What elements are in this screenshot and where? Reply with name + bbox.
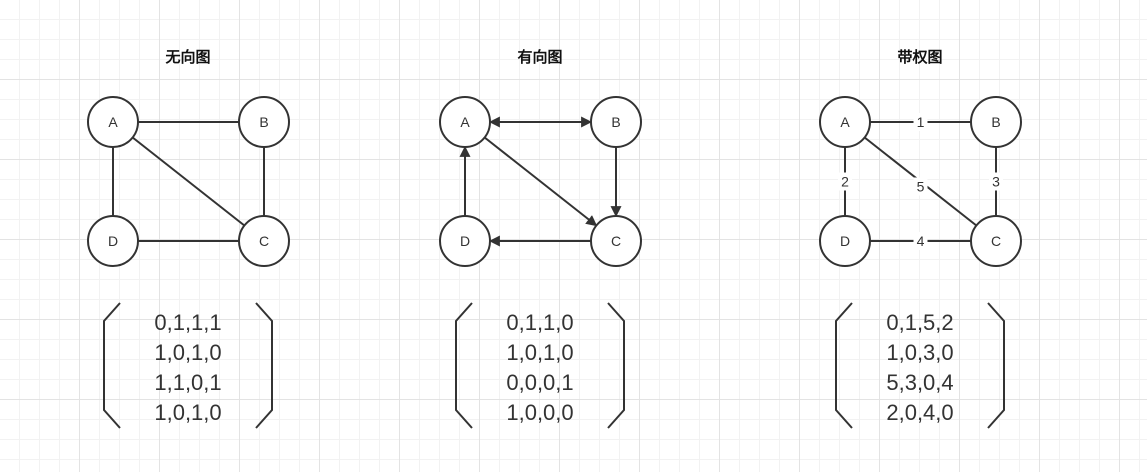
- matrix-left-bracket: [103, 302, 121, 429]
- matrix-row: 2,0,4,0: [886, 400, 953, 425]
- edge-weight: 4: [917, 233, 925, 249]
- node-label: B: [991, 114, 1000, 130]
- edge-weight: 3: [992, 174, 1000, 190]
- node-a: A: [439, 96, 491, 148]
- graph-title: 无向图: [164, 48, 210, 66]
- node-label: C: [611, 233, 621, 249]
- matrix-row: 1,0,3,0: [886, 340, 953, 365]
- matrix-row: 1,1,0,1: [154, 370, 221, 395]
- edge-A-C: [132, 136, 245, 227]
- node-label: B: [259, 114, 268, 130]
- graph-panel-3: 带权图 1 2 3 4 5 A B C D 0,1,5,2 1,0,3,0 5,3,0,4 2,0,4,0: [819, 48, 1022, 429]
- node-label: B: [611, 114, 620, 130]
- node-b: B: [970, 96, 1022, 148]
- matrix-row: 1,0,0,0: [506, 400, 573, 425]
- node-label: D: [840, 233, 850, 249]
- node-a: A: [819, 96, 871, 148]
- edge-weight: 5: [917, 179, 925, 195]
- graph-panel-2: 有向图 A B C D 0,1,1,0 1,0,1,0 0,0,0,1 1,0,0,0: [439, 48, 642, 429]
- node-a: A: [87, 96, 139, 148]
- node-d: D: [87, 215, 139, 267]
- matrix-left-bracket: [835, 302, 853, 429]
- matrix-row: 1,0,1,0: [506, 340, 573, 365]
- matrix-right-bracket: [607, 302, 625, 429]
- node-c: C: [238, 215, 290, 267]
- matrix-row: 0,1,1,0: [506, 310, 573, 335]
- matrix-row: 5,3,0,4: [886, 370, 953, 395]
- node-d: D: [819, 215, 871, 267]
- graph-title: 带权图: [897, 48, 942, 66]
- matrix-right-bracket: [987, 302, 1005, 429]
- edge-weight: 2: [841, 174, 849, 190]
- graph-title: 有向图: [517, 48, 562, 66]
- node-label: C: [991, 233, 1001, 249]
- edge-weight: 1: [917, 114, 925, 130]
- node-b: B: [590, 96, 642, 148]
- node-c: C: [970, 215, 1022, 267]
- node-d: D: [439, 215, 491, 267]
- node-label: A: [840, 114, 850, 130]
- node-c: C: [590, 215, 642, 267]
- matrix-right-bracket: [255, 302, 273, 429]
- matrix-row: 0,1,5,2: [886, 310, 953, 335]
- matrix-row: 0,1,1,1: [154, 310, 221, 335]
- node-label: D: [460, 233, 470, 249]
- matrix-row: 1,0,1,0: [154, 400, 221, 425]
- matrix-left-bracket: [455, 302, 473, 429]
- diagram-canvas: 无向图 A B C D 0,1,1,1 1,0,1,0 1,1,0,1 1,0,1,0 有向图 A B…: [87, 48, 1022, 429]
- node-label: A: [108, 114, 118, 130]
- edge-A-C: [484, 136, 598, 227]
- matrix-row: 1,0,1,0: [154, 340, 221, 365]
- graph-panel-1: 无向图 A B C D 0,1,1,1 1,0,1,0 1,1,0,1 1,0,1,0: [87, 48, 290, 429]
- matrix-row: 0,0,0,1: [506, 370, 573, 395]
- node-label: A: [460, 114, 470, 130]
- node-label: C: [259, 233, 269, 249]
- node-label: D: [108, 233, 118, 249]
- node-b: B: [238, 96, 290, 148]
